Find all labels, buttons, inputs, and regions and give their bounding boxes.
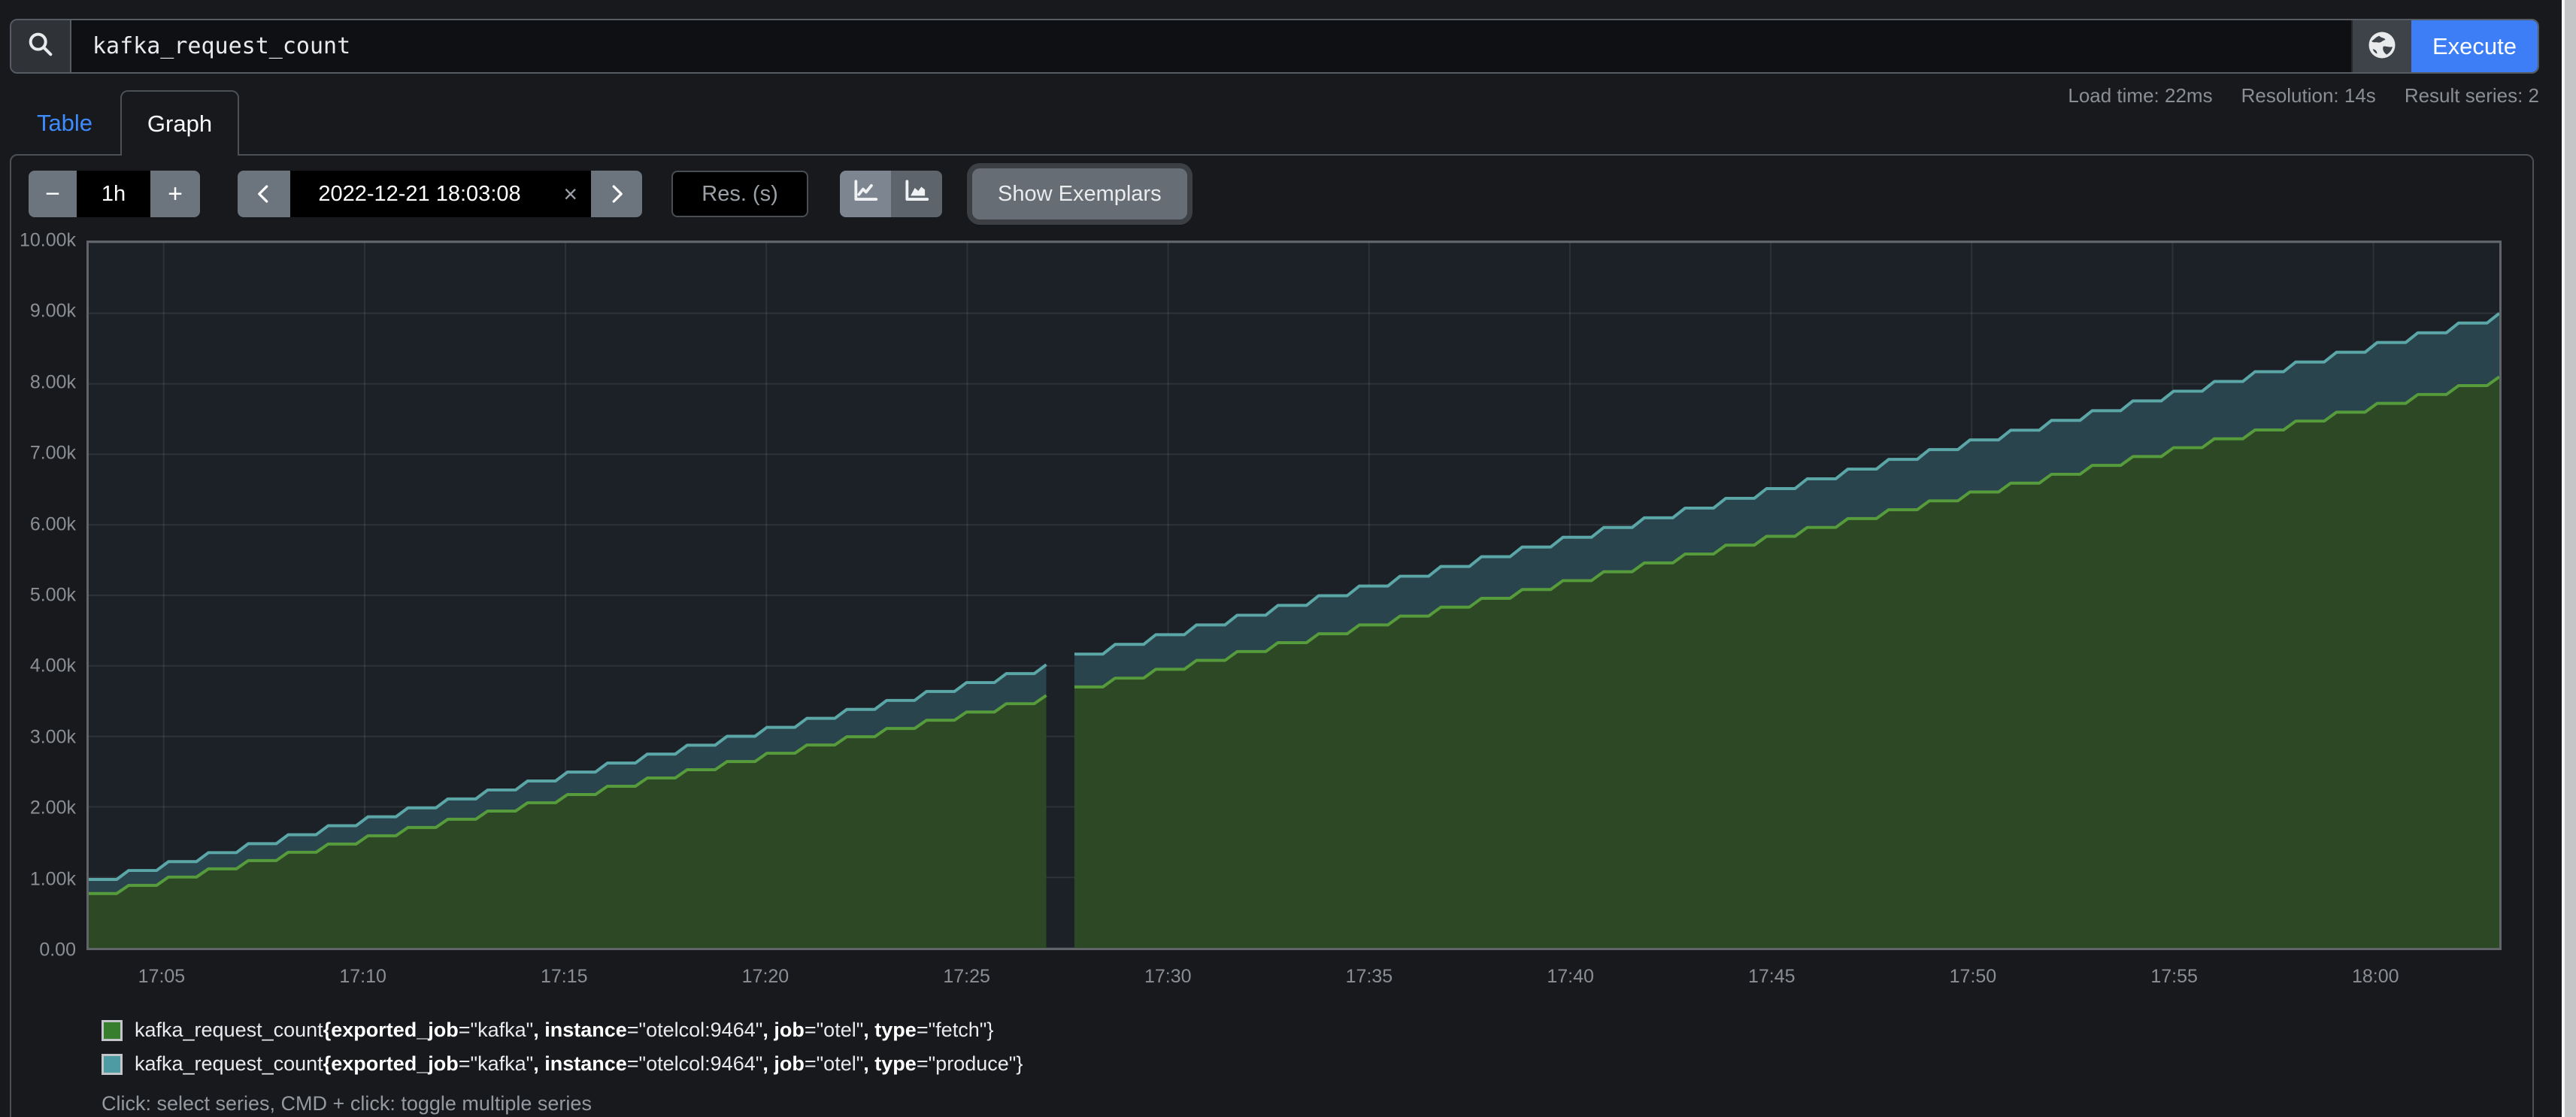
query-bar: Execute: [10, 19, 2539, 74]
x-tick-label: 17:40: [1547, 966, 1594, 988]
y-tick-label: 1.00k: [30, 868, 76, 890]
x-tick-label: 17:35: [1346, 966, 1393, 988]
end-time-control: ×: [238, 171, 642, 217]
metrics-explorer-button[interactable]: [2351, 20, 2411, 72]
y-tick-label: 0.00: [39, 940, 76, 961]
load-time: Load time: 22ms: [2068, 84, 2212, 107]
search-addon: [11, 20, 71, 72]
legend-series-label: kafka_request_count{exported_job="kafka"…: [135, 1019, 993, 1042]
legend-series-label: kafka_request_count{exported_job="kafka"…: [135, 1052, 1023, 1076]
resolution: Resolution: 14s: [2241, 84, 2376, 107]
resolution-input[interactable]: [671, 171, 808, 217]
x-tick-label: 17:20: [742, 966, 789, 988]
x-tick-label: 17:25: [943, 966, 990, 988]
y-tick-label: 2.00k: [30, 798, 76, 819]
query-stats: Load time: 22ms Resolution: 14s Result s…: [2068, 84, 2539, 107]
y-tick-label: 8.00k: [30, 371, 76, 393]
legend-hint: Click: select series, CMD + click: toggl…: [102, 1092, 592, 1115]
line-graph-button[interactable]: [840, 171, 891, 217]
execute-button[interactable]: Execute: [2411, 20, 2538, 72]
page-scrollbar[interactable]: [2562, 0, 2576, 1117]
time-back-button[interactable]: [238, 171, 290, 217]
y-tick-label: 3.00k: [30, 726, 76, 748]
range-control: − +: [29, 171, 200, 217]
x-tick-label: 17:15: [541, 966, 588, 988]
end-time-input[interactable]: [290, 171, 591, 217]
x-tick-label: 17:45: [1748, 966, 1796, 988]
legend-swatch-icon: [102, 1020, 123, 1041]
clear-time-icon[interactable]: ×: [563, 182, 577, 206]
x-tick-label: 18:00: [2352, 966, 2399, 988]
legend-item[interactable]: kafka_request_count{exported_job="kafka"…: [102, 1052, 1023, 1076]
range-input[interactable]: [77, 171, 150, 217]
graph-type-toggle: [840, 171, 942, 217]
chart-svg: [89, 243, 2499, 948]
legend-swatch-icon: [102, 1054, 123, 1075]
y-tick-label: 10.00k: [20, 230, 76, 252]
range-increment-button[interactable]: +: [150, 171, 200, 217]
graph-panel: − + ×: [10, 154, 2534, 1117]
show-exemplars-button[interactable]: Show Exemplars: [972, 168, 1187, 219]
x-tick-label: 17:30: [1144, 966, 1192, 988]
prometheus-expression-browser: Execute Load time: 22ms Resolution: 14s …: [0, 0, 2576, 1117]
x-tick-label: 17:05: [138, 966, 186, 988]
tab-graph[interactable]: Graph: [120, 90, 239, 156]
x-tick-label: 17:55: [2150, 966, 2198, 988]
y-tick-label: 6.00k: [30, 513, 76, 535]
tab-table[interactable]: Table: [15, 92, 114, 155]
y-axis-labels: 0.001.00k2.00k3.00k4.00k5.00k6.00k7.00k8…: [11, 241, 79, 950]
search-icon: [26, 29, 56, 63]
y-tick-label: 7.00k: [30, 443, 76, 465]
result-series: Result series: 2: [2405, 84, 2539, 107]
y-tick-label: 9.00k: [30, 301, 76, 322]
x-axis-labels: 17:05 17:10 17:15 17:20 17:25 17:30 17:35 17:40…: [86, 966, 2502, 996]
legend-item[interactable]: kafka_request_count{exported_job="kafka"…: [102, 1019, 1023, 1042]
line-graph-icon: [851, 177, 880, 212]
time-forward-button[interactable]: [591, 171, 642, 217]
chart-legend: kafka_request_count{exported_job="kafka"…: [102, 1019, 1023, 1076]
range-decrement-button[interactable]: −: [29, 171, 77, 217]
globe-icon: [2366, 29, 2398, 63]
stacked-graph-icon: [902, 177, 931, 212]
query-input[interactable]: [71, 20, 2351, 72]
x-tick-label: 17:50: [1950, 966, 1997, 988]
y-tick-label: 5.00k: [30, 585, 76, 607]
y-tick-label: 4.00k: [30, 655, 76, 677]
x-tick-label: 17:10: [339, 966, 386, 988]
stacked-graph-button[interactable]: [891, 171, 942, 217]
chart-plot-area[interactable]: [86, 241, 2502, 950]
